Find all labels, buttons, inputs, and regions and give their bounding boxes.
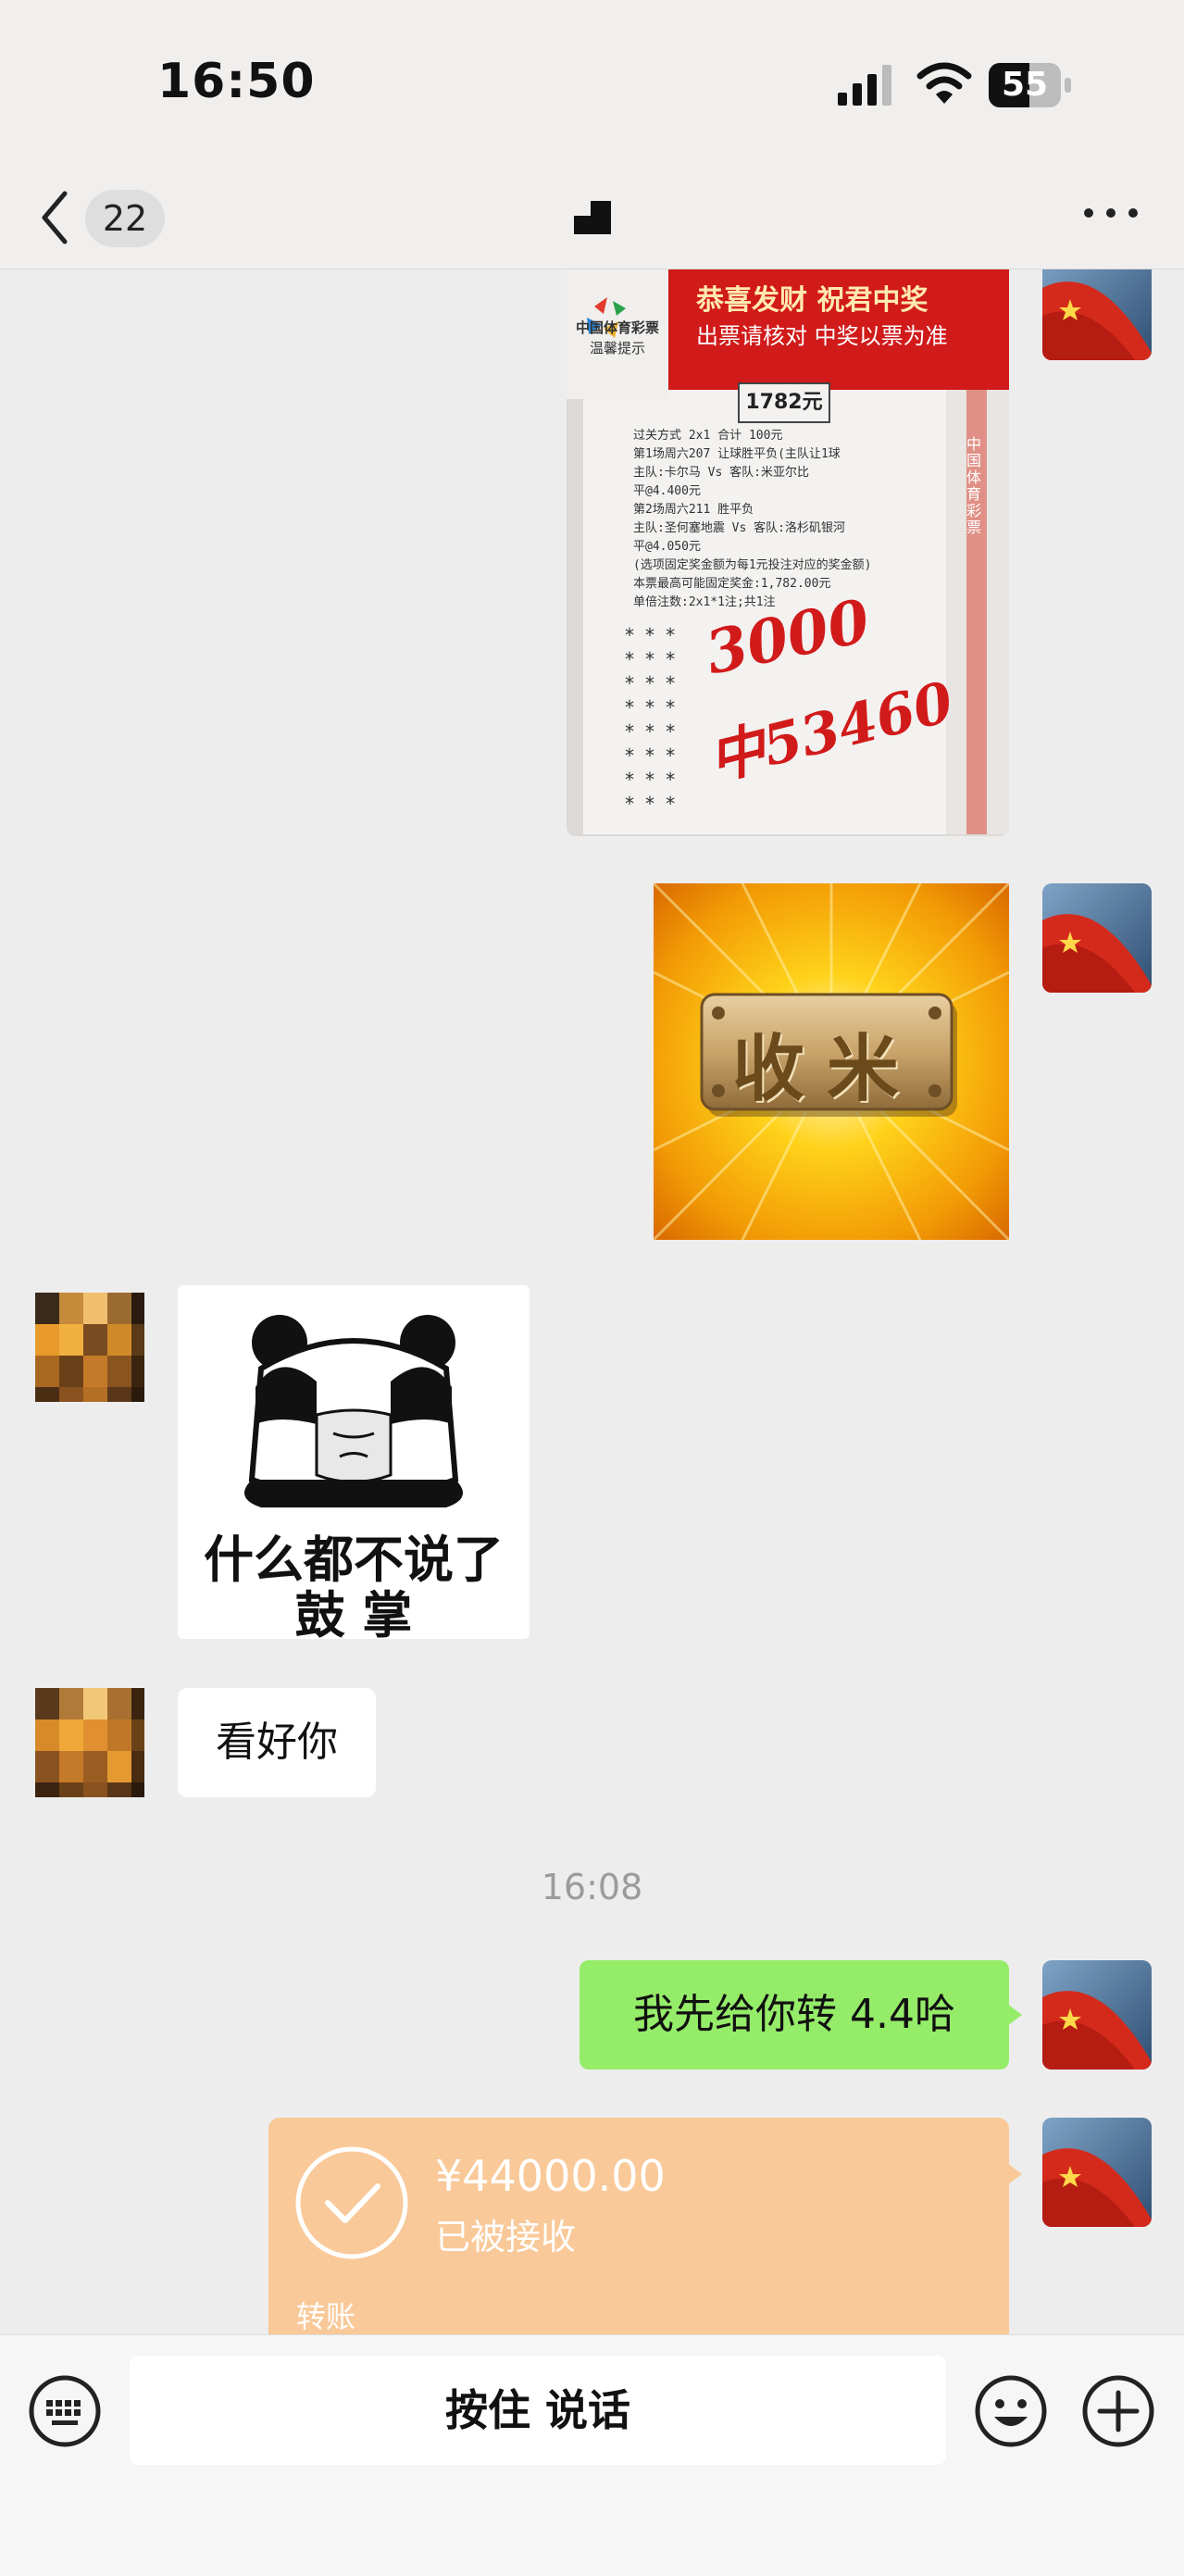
plus-icon[interactable] xyxy=(1081,2374,1155,2448)
sent-message-bubble[interactable]: 我先给你转 4.4哈 xyxy=(580,1960,1009,2070)
hold-to-talk-button[interactable]: 按住 说话 xyxy=(130,2356,946,2465)
lottery-ticket-image[interactable]: 恭喜发财 祝君中奖 出票请核对 中奖以票为准 中国体育彩票 温馨提示 1782元… xyxy=(567,269,1009,836)
ticket-line: 第1场周六207 让球胜平负(主队让1球 xyxy=(633,447,841,461)
self-avatar[interactable] xyxy=(1042,1960,1152,2070)
received-message-bubble[interactable]: 看好你 xyxy=(178,1688,376,1797)
ticket-print-lines: 过关方式 2x1 合计 100元 第1场周六207 让球胜平负(主队让1球 主队… xyxy=(633,427,939,612)
ticket-logo-text: 中国体育彩票 xyxy=(575,319,659,336)
wifi-icon xyxy=(916,62,972,104)
ticket-line: 平@4.400元 xyxy=(633,484,701,498)
panda-meme-sticker[interactable]: 什么都不说了 鼓 掌 xyxy=(178,1285,530,1639)
ticket-line: 主队:圣何塞地震 Vs 客队:洛杉矶银河 xyxy=(633,521,845,535)
ticket-line: 本票最高可能固定奖金:1,782.00元 xyxy=(633,577,831,591)
ticket-line: (选项固定奖金额为每1元投注对应的奖金额) xyxy=(633,558,872,572)
self-avatar[interactable] xyxy=(1042,269,1152,360)
ticket-line: 第2场周六211 胜平负 xyxy=(633,503,754,517)
ticket-stamp: 1782元 xyxy=(738,382,830,423)
bubble-tail xyxy=(1007,2163,1022,2185)
battery-percentage: 55 xyxy=(1001,66,1049,104)
self-avatar[interactable] xyxy=(1042,2118,1152,2227)
flag-avatar-icon xyxy=(1042,269,1152,360)
status-time: 16:50 xyxy=(157,54,316,109)
money-transfer-card[interactable]: ¥44000.00 已被接收 转账 xyxy=(268,2118,1009,2334)
chat-input-bar: 按住 说话 xyxy=(0,2334,1184,2576)
ticket-header-line1: 恭喜发财 祝君中奖 xyxy=(696,284,929,317)
ticket-line: 过关方式 2x1 合计 100元 xyxy=(633,429,783,443)
bubble-tail xyxy=(1007,2004,1022,2026)
ticket-line: 主队:卡尔马 Vs 客队:米亚尔比 xyxy=(633,466,809,480)
transfer-label: 转账 xyxy=(296,2299,356,2334)
ticket-reminder-text: 温馨提示 xyxy=(589,340,645,356)
contact-avatar[interactable] xyxy=(35,1293,144,1402)
transfer-status: 已被接收 xyxy=(435,2217,577,2257)
ticket-line: 平@4.050元 xyxy=(633,540,701,554)
cellular-signal-icon xyxy=(838,65,891,106)
flag-avatar-icon xyxy=(1042,2118,1152,2227)
keyboard-icon[interactable] xyxy=(28,2374,102,2448)
check-circle-icon xyxy=(295,2146,408,2259)
emoji-icon[interactable] xyxy=(974,2374,1048,2448)
panda-face-graphic xyxy=(244,1315,463,1507)
unread-count-badge: 22 xyxy=(85,190,165,247)
chat-message-list[interactable]: 恭喜发财 祝君中奖 出票请核对 中奖以票为准 中国体育彩票 温馨提示 1782元… xyxy=(0,269,1184,2334)
status-bar: 16:50 55 xyxy=(0,0,1184,162)
plaque-text: 收米 xyxy=(731,1027,921,1111)
back-button[interactable]: 22 xyxy=(37,181,176,255)
panda-caption-line2: 鼓 掌 xyxy=(294,1586,413,1639)
transfer-amount: ¥44000.00 xyxy=(435,2151,666,2201)
chat-title-icon xyxy=(574,201,611,234)
chat-header: 22 xyxy=(0,162,1184,269)
more-options-button[interactable] xyxy=(1074,190,1148,236)
flag-avatar-icon xyxy=(1042,883,1152,993)
chevron-left-icon xyxy=(42,191,68,244)
message-timestamp: 16:08 xyxy=(541,1867,643,1907)
ticket-side-text: 中国体育彩票 xyxy=(966,435,982,536)
self-avatar[interactable] xyxy=(1042,883,1152,993)
contact-avatar[interactable] xyxy=(35,1688,144,1797)
ticket-asterisks: *** *** *** *** *** *** *** *** xyxy=(624,624,686,815)
ticket-header-line2: 出票请核对 中奖以票为准 xyxy=(696,323,948,349)
shoumi-sticker-image[interactable]: 收米 xyxy=(654,883,1009,1240)
flag-avatar-icon xyxy=(1042,1960,1152,2070)
